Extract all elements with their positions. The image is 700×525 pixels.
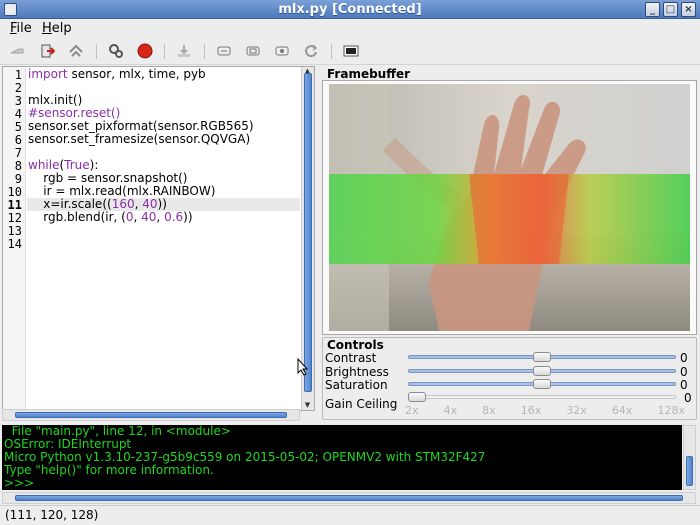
line-number: 8 <box>14 159 22 173</box>
gain-tick: 64x <box>611 404 633 417</box>
gain-ceiling-slider-handle[interactable] <box>408 392 426 402</box>
scrollbar-thumb[interactable] <box>15 495 683 501</box>
terminal[interactable]: File "main.py", line 12, in <module> OSEr… <box>2 425 682 490</box>
stop-icon[interactable] <box>136 42 154 60</box>
line-number: 4 <box>14 107 22 121</box>
menu-help-mnemonic: H <box>42 21 52 36</box>
toolbar-separator <box>164 44 165 59</box>
gain-tick: 8x <box>482 404 496 417</box>
scrollbar-thumb[interactable] <box>304 73 312 392</box>
upgrade-icon[interactable] <box>67 42 85 60</box>
gain-tick: 2x <box>405 404 419 417</box>
video-icon[interactable] <box>342 42 360 60</box>
saturation-slider-handle[interactable] <box>533 379 551 389</box>
save-icon[interactable] <box>175 42 193 60</box>
scroll-down-arrow-icon[interactable]: ▼ <box>302 401 313 410</box>
toolbar-separator <box>204 44 205 59</box>
contrast-value: 0 <box>680 351 688 365</box>
line-number-gutter: 1 2 3 4 5 6 7 8 9 10 11 12 13 14 <box>3 67 26 410</box>
gain-tick: 4x <box>443 404 458 417</box>
menu-file-label: ile <box>16 21 32 36</box>
menu-help[interactable]: Help <box>42 21 72 36</box>
terminal-horizontal-scrollbar[interactable] <box>2 492 696 504</box>
code-line[interactable] <box>27 224 300 237</box>
terminal-vertical-scrollbar[interactable] <box>683 425 696 490</box>
gain-ceiling-ticks: 2x 4x 8x 16x 32x 64x 128x <box>405 404 685 417</box>
contrast-slider-handle[interactable] <box>533 352 551 362</box>
reset-icon[interactable] <box>302 42 320 60</box>
line-number: 7 <box>14 146 22 160</box>
toolbar-separator <box>331 44 332 59</box>
menu-help-label: elp <box>51 21 72 36</box>
gain-ceiling-slider[interactable] <box>408 395 676 399</box>
menu-file[interactable]: File <box>10 21 32 36</box>
line-number: 6 <box>14 133 22 147</box>
scrollbar-thumb[interactable] <box>686 456 693 486</box>
code-area[interactable]: import sensor, mlx, time, pyb mlx.init() #… <box>27 67 300 410</box>
contrast-label: Contrast <box>325 351 377 365</box>
button-icon-1[interactable] <box>215 42 233 60</box>
line-number: 12 <box>7 211 22 225</box>
line-number: 14 <box>7 237 22 251</box>
line-number: 2 <box>14 81 22 95</box>
title-bar: mlx.py [Connected] _ □ × <box>0 0 700 19</box>
gain-tick: 16x <box>520 404 542 417</box>
controls-title: Controls <box>327 338 384 352</box>
line-number: 3 <box>14 94 22 108</box>
menu-bar: File Help <box>0 19 700 38</box>
maximize-button[interactable]: □ <box>663 2 678 17</box>
line-number: 1 <box>14 68 22 82</box>
framebuffer-image <box>329 84 690 331</box>
toolbar-separator <box>96 44 97 59</box>
gain-tick: 32x <box>566 404 587 417</box>
disconnect-icon[interactable] <box>38 42 56 60</box>
terminal-line: >>> <box>4 476 38 490</box>
gain-tick: 128x <box>657 404 685 417</box>
line-number: 13 <box>7 224 22 238</box>
connect-icon[interactable] <box>8 42 26 60</box>
gain-ceiling-value: 0 <box>684 391 692 405</box>
code-line[interactable]: rgb.blend(ir, (0, 40, 0.6)) <box>27 211 300 224</box>
minimize-button[interactable]: _ <box>645 2 660 17</box>
gain-ceiling-label: Gain Ceiling <box>325 397 398 411</box>
line-number: 11 <box>7 198 22 212</box>
saturation-label: Saturation <box>325 378 388 392</box>
status-bar: (111, 120, 128) <box>0 505 700 525</box>
scrollbar-thumb[interactable] <box>15 412 287 418</box>
saturation-value: 0 <box>680 378 688 392</box>
code-line[interactable]: sensor.set_framesize(sensor.QQVGA) <box>27 133 300 146</box>
close-button[interactable]: × <box>681 2 696 17</box>
button-icon-3[interactable] <box>273 42 291 60</box>
brightness-value: 0 <box>680 365 688 379</box>
brightness-slider-handle[interactable] <box>533 366 551 376</box>
pixel-value-readout: (111, 120, 128) <box>5 508 99 522</box>
mouse-pointer-icon <box>297 358 309 376</box>
toolbar <box>0 38 700 65</box>
run-icon[interactable] <box>107 42 125 60</box>
line-number: 5 <box>14 120 22 134</box>
brightness-label: Brightness <box>325 365 389 379</box>
code-line[interactable]: import sensor, mlx, time, pyb <box>27 68 300 81</box>
button-icon-2[interactable] <box>244 42 262 60</box>
window-title: mlx.py [Connected] <box>278 2 422 17</box>
framebuffer-label: Framebuffer <box>327 67 410 81</box>
line-number: 10 <box>7 185 22 199</box>
code-editor[interactable]: 1 2 3 4 5 6 7 8 9 10 11 12 13 14 import sensor, mlx, … <box>2 66 315 411</box>
editor-horizontal-scrollbar[interactable] <box>2 409 300 421</box>
line-number: 9 <box>14 172 22 186</box>
code-line[interactable] <box>27 237 300 250</box>
